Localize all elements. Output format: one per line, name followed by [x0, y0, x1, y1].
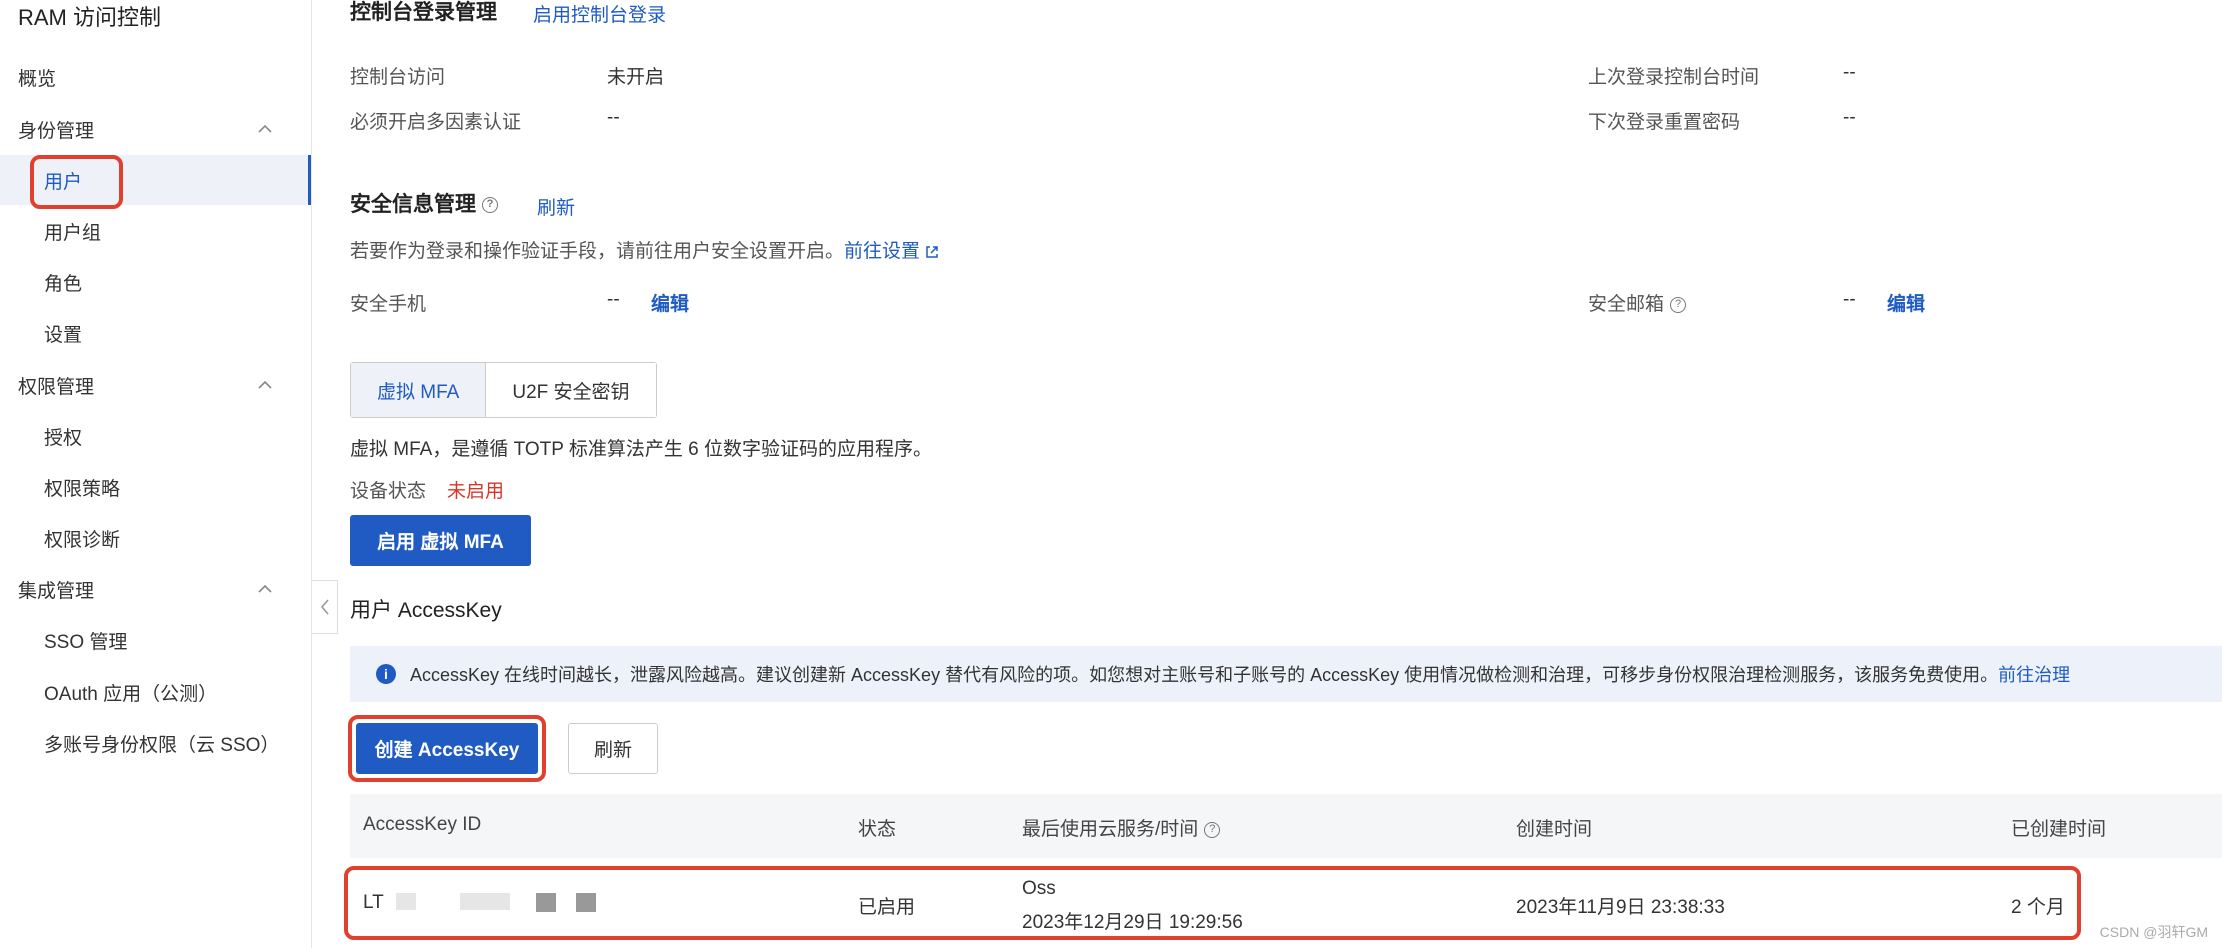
security-refresh-link[interactable]: 刷新	[537, 193, 575, 220]
accesskey-notice: i AccessKey 在线时间越长，泄露风险越高。建议创建新 AccessKe…	[350, 646, 2222, 702]
last-login-value: --	[1843, 62, 1856, 83]
console-access-value: 未开启	[607, 67, 665, 88]
sidebar-collapse-button[interactable]	[312, 580, 338, 634]
sidebar-item-oauth[interactable]: OAuth 应用（公测）	[0, 667, 311, 717]
phone-value: --	[607, 289, 620, 310]
enable-virtual-mfa-button[interactable]: 启用 虚拟 MFA	[350, 515, 531, 566]
tab-u2f-key[interactable]: U2F 安全密钥	[486, 363, 656, 417]
info-icon: i	[376, 664, 396, 684]
email-edit-link[interactable]: 编辑	[1887, 289, 1925, 316]
chevron-up-icon	[258, 380, 272, 389]
security-info-title-text: 安全信息管理	[350, 193, 476, 216]
device-status-label: 设备状态	[350, 481, 427, 502]
chevron-up-icon	[258, 124, 272, 133]
sidebar-item-policies[interactable]: 权限策略	[0, 462, 311, 512]
sidebar-item-sso[interactable]: SSO 管理	[0, 615, 311, 665]
security-info-title: 安全信息管理?	[350, 188, 498, 218]
chevron-left-icon	[320, 599, 329, 615]
highlight-box	[30, 155, 123, 209]
column-header: 状态	[858, 819, 897, 840]
sidebar-item-settings[interactable]: 设置	[0, 308, 311, 358]
help-icon[interactable]: ?	[1670, 296, 1687, 313]
chevron-up-icon	[258, 584, 272, 593]
mfa-tabs: 虚拟 MFA U2F 安全密钥	[350, 362, 657, 418]
sidebar-group-label: 身份管理	[18, 120, 95, 142]
main-content: 控制台登录管理 启用控制台登录 控制台访问 未开启 上次登录控制台时间 -- 必…	[344, 0, 2222, 948]
column-header: AccessKey ID	[363, 814, 482, 835]
security-hint-text: 若要作为登录和操作验证手段，请前往用户安全设置开启。	[350, 241, 845, 262]
sidebar-item-diagnostics[interactable]: 权限诊断	[0, 513, 311, 563]
sidebar-item-roles[interactable]: 角色	[0, 257, 311, 307]
column-header: 创建时间	[1516, 819, 1593, 840]
column-header: 最后使用云服务/时间	[1022, 819, 1199, 840]
reset-password-label: 下次登录重置密码	[1588, 112, 1741, 133]
column-header-wrap: 最后使用云服务/时间?	[1022, 814, 1221, 841]
sidebar-group-permissions[interactable]: 权限管理	[0, 360, 311, 410]
phone-label: 安全手机	[350, 294, 427, 315]
accesskey-title: 用户 AccessKey	[350, 599, 502, 622]
last-login-label: 上次登录控制台时间	[1588, 67, 1760, 88]
watermark: CSDN @羽轩GM	[2099, 924, 2208, 940]
tab-virtual-mfa[interactable]: 虚拟 MFA	[351, 363, 487, 417]
help-icon[interactable]: ?	[1204, 821, 1221, 838]
sidebar-item-grants[interactable]: 授权	[0, 411, 311, 461]
refresh-accesskey-button[interactable]: 刷新	[568, 723, 658, 774]
accesskey-table-header: AccessKey ID 状态 最后使用云服务/时间? 创建时间 已创建时间	[350, 794, 2222, 858]
sidebar-group-identity[interactable]: 身份管理	[0, 104, 311, 154]
mfa-required-label: 必须开启多因素认证	[350, 112, 522, 133]
sidebar-group-label: 权限管理	[18, 376, 95, 398]
sidebar-item-multi-account[interactable]: 多账号身份权限（云 SSO）	[0, 718, 311, 768]
device-status-value: 未启用	[447, 481, 505, 502]
goto-governance-link[interactable]: 前往治理	[1998, 661, 2070, 687]
email-value: --	[1843, 289, 1856, 310]
mfa-description: 虚拟 MFA，是遵循 TOTP 标准算法产生 6 位数字验证码的应用程序。	[350, 439, 932, 460]
notice-text: AccessKey 在线时间越长，泄露风险越高。建议创建新 AccessKey …	[410, 665, 1999, 685]
app-title: RAM 访问控制	[18, 5, 162, 30]
help-icon[interactable]: ?	[482, 197, 498, 214]
phone-edit-link[interactable]: 编辑	[651, 289, 689, 316]
sidebar-item-user-groups[interactable]: 用户组	[0, 206, 311, 256]
email-label-wrap: 安全邮箱?	[1588, 289, 1687, 316]
highlight-box	[344, 866, 2081, 940]
sidebar-group-label: 集成管理	[18, 580, 95, 602]
reset-password-value: --	[1843, 107, 1856, 128]
sidebar: RAM 访问控制 概览 身份管理 用户 用户组 角色 设置 权限管理 授权 权限…	[0, 0, 312, 948]
security-hint: 若要作为登录和操作验证手段，请前往用户安全设置开启。前往设置	[350, 236, 940, 263]
console-access-label: 控制台访问	[350, 67, 446, 88]
goto-settings-link[interactable]: 前往设置	[844, 241, 920, 262]
sidebar-group-integration[interactable]: 集成管理	[0, 564, 311, 614]
sidebar-item-overview[interactable]: 概览	[0, 52, 311, 102]
mfa-required-value: --	[607, 107, 620, 128]
column-header: 已创建时间	[2011, 819, 2107, 840]
console-login-title: 控制台登录管理	[350, 1, 497, 24]
external-link-icon[interactable]	[924, 244, 940, 260]
enable-console-login-link[interactable]: 启用控制台登录	[533, 0, 666, 27]
highlight-box	[348, 715, 546, 782]
email-label: 安全邮箱	[1588, 294, 1665, 315]
